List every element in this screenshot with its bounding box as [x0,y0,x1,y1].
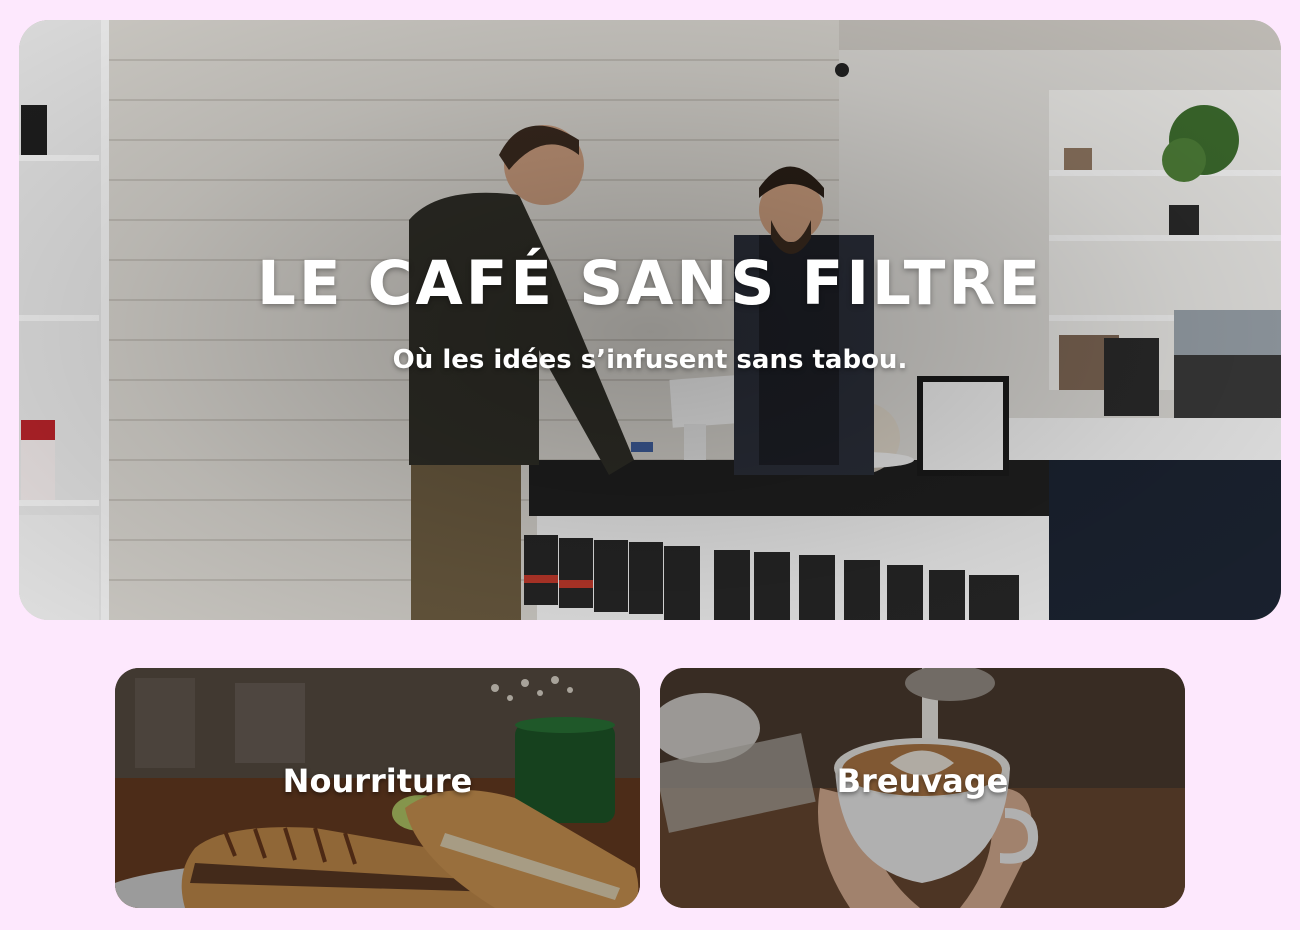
hero-overlay [19,20,1281,620]
card-label-food: Nourriture [282,762,473,800]
category-card-food[interactable]: Nourriture [115,668,640,908]
hero-subtitle: Où les idées s’infusent sans tabou. [392,345,908,375]
card-label-drink: Breuvage [836,762,1009,800]
hero-banner: LE CAFÉ SANS FILTRE Où les idées s’infus… [19,20,1281,620]
category-card-drink[interactable]: Breuvage [660,668,1185,908]
hero-title: LE CAFÉ SANS FILTRE [256,248,1044,319]
